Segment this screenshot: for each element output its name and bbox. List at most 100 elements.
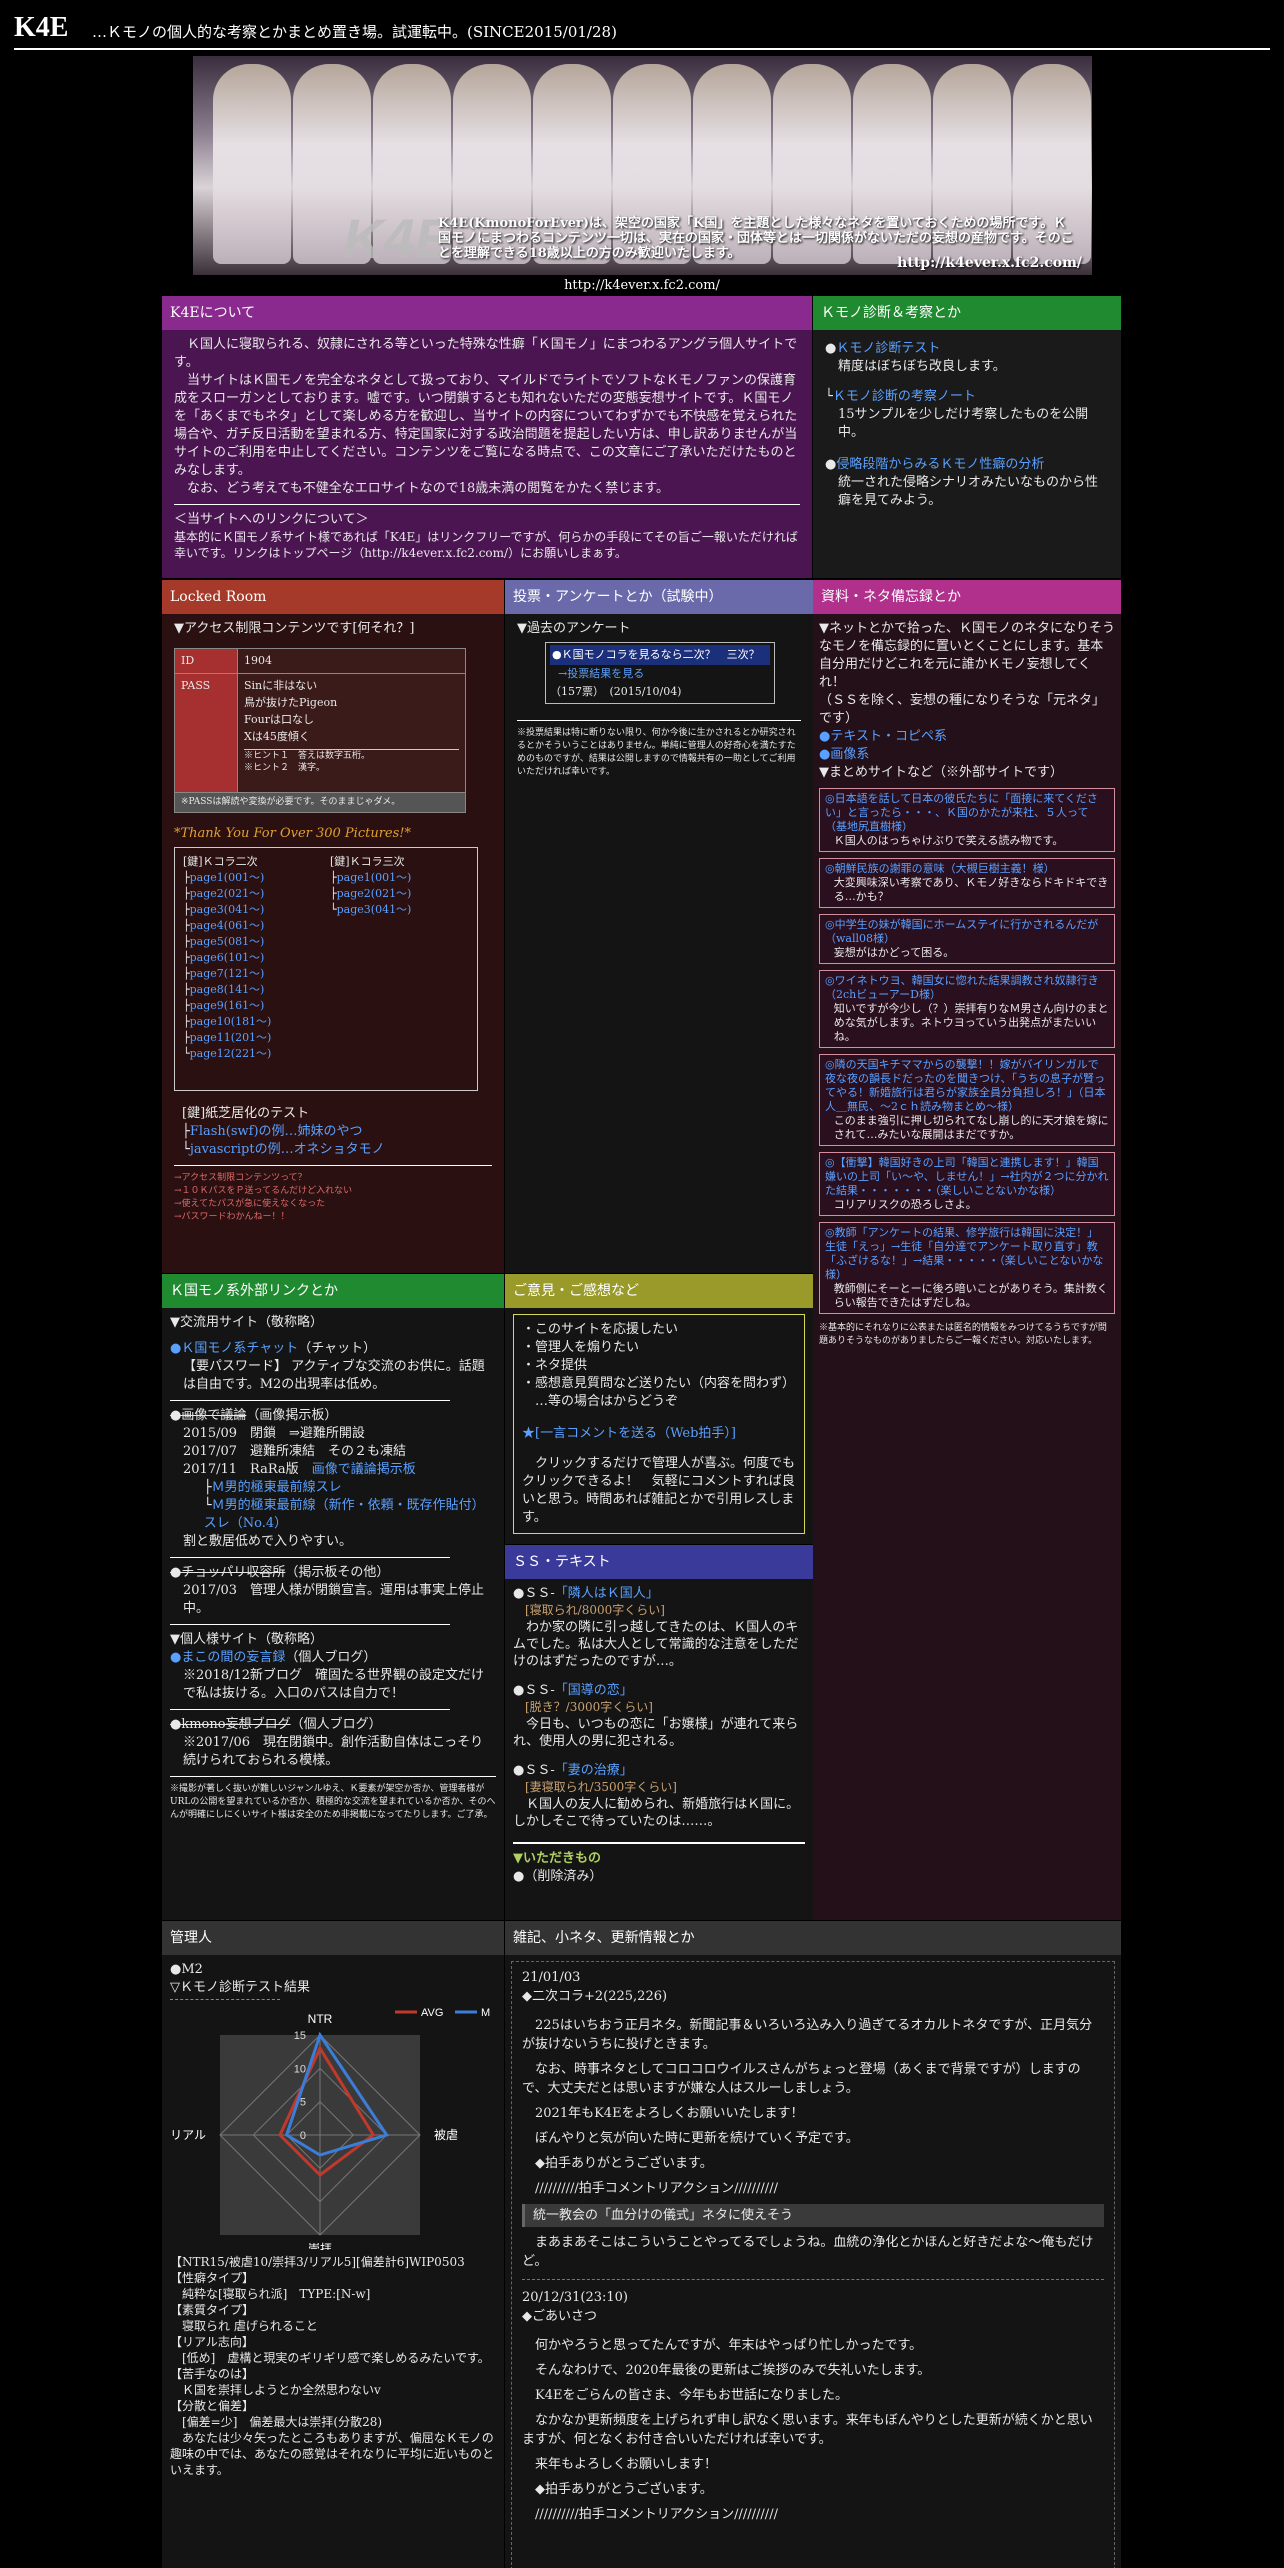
summary-entry-link[interactable]: ◎中学生の妹が韓国にホームステイに行かされるんだが（wall08様） <box>825 918 1109 946</box>
ss-item-tags: [寝取られ/8000字くらい] <box>525 1603 665 1617</box>
pass-hint-line: Xは45度傾く <box>244 730 310 743</box>
pass-hint-line: Fourは口なし <box>244 713 314 726</box>
camp-link[interactable]: ●チョッパリ収容所 <box>170 1565 285 1580</box>
kora-page-link[interactable]: page1(001～) <box>190 871 265 884</box>
pass-hint-line: 鳥が抜けたPigeon <box>244 696 338 709</box>
diary-paragraph: K4Eをごらんの皆さま、今年もお世話になりました。 <box>535 2388 848 2403</box>
board-desc: 割と敷居低めで入りやすい。 <box>183 1534 353 1549</box>
web-clap-link[interactable]: ★[一言コメントを送る（Web拍手）] <box>522 1425 796 1443</box>
diagnosis-test-link[interactable]: Ｋモノ診断テスト <box>836 341 940 356</box>
kora-page-row: ├page9(161～) <box>183 999 265 1012</box>
blog2-link[interactable]: ●kmono妄想ブログ <box>170 1717 291 1732</box>
materials-panel: 資料・ネタ備忘録とか ▼ネットとかで拾った、Ｋ国モノのネタになりそうなモノを備忘… <box>813 580 1121 1920</box>
diagnosis-line: 【苦手なのは】 <box>170 2367 255 2381</box>
kora-page-link[interactable]: page7(121～) <box>190 967 265 980</box>
locked-room-panel: Locked Room ▼アクセス制限コンテンツです[何それ？] ID 1904… <box>162 580 504 1273</box>
diagnosis-analysis-link[interactable]: 侵略段階からみるＫモノ性癖の分析 <box>836 457 1044 472</box>
summary-entry-desc: 妄想がはかどって困る。 <box>833 946 955 959</box>
kora-page-link[interactable]: page2(021～) <box>190 887 265 900</box>
kora-page-link[interactable]: page2(021～) <box>337 887 412 900</box>
blog-tag: （個人ブログ） <box>285 1650 377 1665</box>
summary-entry-link[interactable]: ◎教師「アンケートの結果、修学旅行は韓国に決定！」生徒「えっ」→生徒「自分達でア… <box>825 1226 1109 1282</box>
faq-link[interactable]: →使えてたパスが急に使えなくなった <box>174 1198 492 1211</box>
diary-paragraph: //////////拍手コメントリアクション////////// <box>535 2181 778 2196</box>
kora-page-link[interactable]: page3(041～) <box>337 903 412 916</box>
diagnosis-line: [偏差=少] 偏差最大は崇拝(分散28) <box>170 2415 383 2429</box>
faq-link[interactable]: →パスワードわかんねー！！ <box>174 1211 492 1224</box>
radar-category-label: 被虐 <box>434 2128 458 2142</box>
divider <box>170 1624 450 1625</box>
kora-page-row: └page12(221～) <box>183 1047 272 1060</box>
kora-page-link[interactable]: page11(201～) <box>190 1031 272 1044</box>
about-title: K4Eについて <box>162 296 812 330</box>
blog2-desc: ※2017/06 現在閉鎖中。創作活動自体はこっそり続けられておられる模様。 <box>183 1735 484 1768</box>
kora-page-link[interactable]: page6(101～) <box>190 951 265 964</box>
image-board-link[interactable]: 画像で議論掲示板 <box>312 1462 416 1477</box>
site-logo[interactable]: K4E <box>14 12 68 44</box>
summary-entry-link[interactable]: ◎【衝撃】韓国好きの上司「韓国と連携します！」韓国嫌いの上司「い～や、しません！… <box>825 1156 1109 1198</box>
blog-link[interactable]: ●まこの間の妄言録 <box>170 1650 285 1665</box>
kora-page-link[interactable]: page10(181～) <box>190 1015 272 1028</box>
kora-index: [鍵]Ｋコラ二次 ├page1(001～) ├page2(021～) ├page3(… <box>174 847 478 1091</box>
poll-result-link[interactable]: →投票結果を見る <box>550 665 770 683</box>
diary-headline: ◆二次コラ+2(225,226) <box>522 1989 668 2004</box>
divider <box>174 504 800 505</box>
summary-entry-link[interactable]: ◎ワイネトウヨ、韓国女に惚れた結果調教され奴隷行き（2chビューアーD様） <box>825 974 1109 1002</box>
slideshow-title: [鍵]紙芝居化のテスト <box>182 1106 310 1121</box>
pass-note: ※PASSは解読や変換が必要です。そのままじゃダメ。 <box>174 792 466 813</box>
top-banner[interactable]: K4E K4E(KmonoForEver)は、架空の国家「K国」を主題とした様々… <box>193 56 1092 275</box>
vote-note: ※投票結果は特に断りない限り、何か今後に生かされるとか研究されるとかそういうこと… <box>517 728 796 777</box>
materials-intro: ▼ネットとかで拾った、Ｋ国モノのネタになりそうなモノを備忘録的に置いとくことにし… <box>819 621 1115 690</box>
admin-name: ●M2 <box>170 1962 203 1977</box>
ss-item-link[interactable]: 「国導の恋」 <box>555 1683 633 1698</box>
kora-page-link[interactable]: page5(081～) <box>190 935 265 948</box>
thread-link[interactable]: Ｍ男的極東最前線スレ <box>212 1480 342 1495</box>
summary-entry: ◎中学生の妹が韓国にホームステイに行かされるんだが（wall08様） 妄想がはかど… <box>819 914 1115 964</box>
ss-item-head: ●ＳＳ-「妻の治療」 <box>513 1762 805 1779</box>
summary-entry-link[interactable]: ◎朝鮮民族の謝罪の意味（大槻巨樹主義！様） <box>825 862 1109 876</box>
banner-logo: K4E <box>343 207 452 270</box>
diagnosis-details: 【性癖タイプ】 純粋な[寝取られ派] TYPE:[N-w] 【素質タイプ】 寝取ら… <box>170 2270 496 2478</box>
board-history: 2015/09 閉鎖 ⇒避難所開設 <box>183 1426 365 1441</box>
summary-entry: ◎教師「アンケートの結果、修学旅行は韓国に決定！」生徒「えっ」→生徒「自分達でア… <box>819 1222 1115 1314</box>
kora-page-link[interactable]: page3(041～) <box>190 903 265 916</box>
radar-tick-label: 0 <box>300 2130 306 2142</box>
about-body: 当サイトはＫ国モノを完全なネタとして扱っており、マイルドでライトでソフトなＫモノ… <box>174 373 798 478</box>
ss-item-link[interactable]: 「妻の治療」 <box>555 1763 633 1778</box>
ss-item-tags: [脱き？/3000字くらい] <box>525 1700 653 1714</box>
summary-entry-link[interactable]: ◎隣の天国キチママからの襲撃！！嫁がバイリンガルで夜な夜の韻長ドだったのを聞きつ… <box>825 1058 1109 1114</box>
summary-entry-desc: コリアリスクの恐ろしさよ。 <box>833 1198 977 1211</box>
kora-page-link[interactable]: page9(161～) <box>190 999 265 1012</box>
kora-page-row: ├page10(181～) <box>183 1015 272 1028</box>
summary-list: ◎日本語を話して日本の彼氏たちに「面接に来てください」と言ったら・・・、Ｋ国のか… <box>819 788 1115 1314</box>
diary-reply: まあまあそこはこういうことやってるでしょうね。血統の浄化とかほんと好きだよな～俺… <box>522 2235 1094 2269</box>
faq-link[interactable]: →１０ＫパスをＰ送ってるんだけど入れない <box>174 1185 492 1198</box>
text-copy-link[interactable]: ●テキスト・コピペ系 <box>819 728 1115 746</box>
kora-page-link[interactable]: page4(061～) <box>190 919 265 932</box>
summary-entry-desc: 大変興味深い考察であり、Ｋモノ好きならドキドキできる…かも？ <box>833 876 1109 903</box>
summary-entry: ◎ワイネトウヨ、韓国女に惚れた結果調教され奴隷行き（2chビューアーD様） 知いで… <box>819 970 1115 1048</box>
kora-page-link[interactable]: page1(001～) <box>337 871 412 884</box>
diagnosis-notes-link[interactable]: Ｋモノ診断の考察ノート <box>833 389 976 404</box>
kora-page-link[interactable]: page8(141～) <box>190 983 265 996</box>
summary-entry-link[interactable]: ◎日本語を話して日本の彼氏たちに「面接に来てください」と言ったら・・・、Ｋ国のか… <box>825 792 1109 834</box>
image-link[interactable]: ●画像系 <box>819 746 1115 764</box>
summary-entry: ◎日本語を話して日本の彼氏たちに「面接に来てください」と言ったら・・・、Ｋ国のか… <box>819 788 1115 852</box>
gifts-item: ●（削除済み） <box>513 1869 603 1884</box>
faq-link[interactable]: →アクセス制限コンテンツって？ <box>174 1172 492 1185</box>
javascript-example-link[interactable]: javascriptの例…オネショタモノ <box>190 1142 385 1157</box>
radar-tick-label: 10 <box>294 2063 306 2075</box>
ss-item-link[interactable]: 「隣人はＫ国人」 <box>555 1586 659 1601</box>
diary-paragraph: 225はいちおう正月ネタ。新聞記事＆いろいろ込み入り過ぎてるオカルトネタですが、… <box>522 2018 1093 2052</box>
diary-title: 雑記、小ネタ、更新情報とか <box>505 1921 1121 1955</box>
divider <box>170 1400 450 1401</box>
chat-link[interactable]: ●Ｋ国モノ系チャット <box>170 1341 298 1356</box>
opinion-item: ・このサイトを応援したい <box>522 1322 679 1337</box>
diary-paragraph: //////////拍手コメントリアクション////////// <box>535 2507 778 2522</box>
ss-panel: ＳＳ・テキスト ●ＳＳ-「隣人はＫ国人」 [寝取られ/8000字くらい] わか家の隣… <box>505 1545 813 1920</box>
thread-link[interactable]: Ｍ男的極東最前線（新作・依頼・既存作貼付）スレ（No.4） <box>204 1498 485 1531</box>
flash-example-link[interactable]: Flash(swf)の例…姉妹のやつ <box>190 1124 363 1139</box>
kora-page-row: ├page11(201～) <box>183 1031 272 1044</box>
kora-page-link[interactable]: page12(221～) <box>190 1047 272 1060</box>
board-link[interactable]: ●画像で議論 <box>170 1408 246 1423</box>
